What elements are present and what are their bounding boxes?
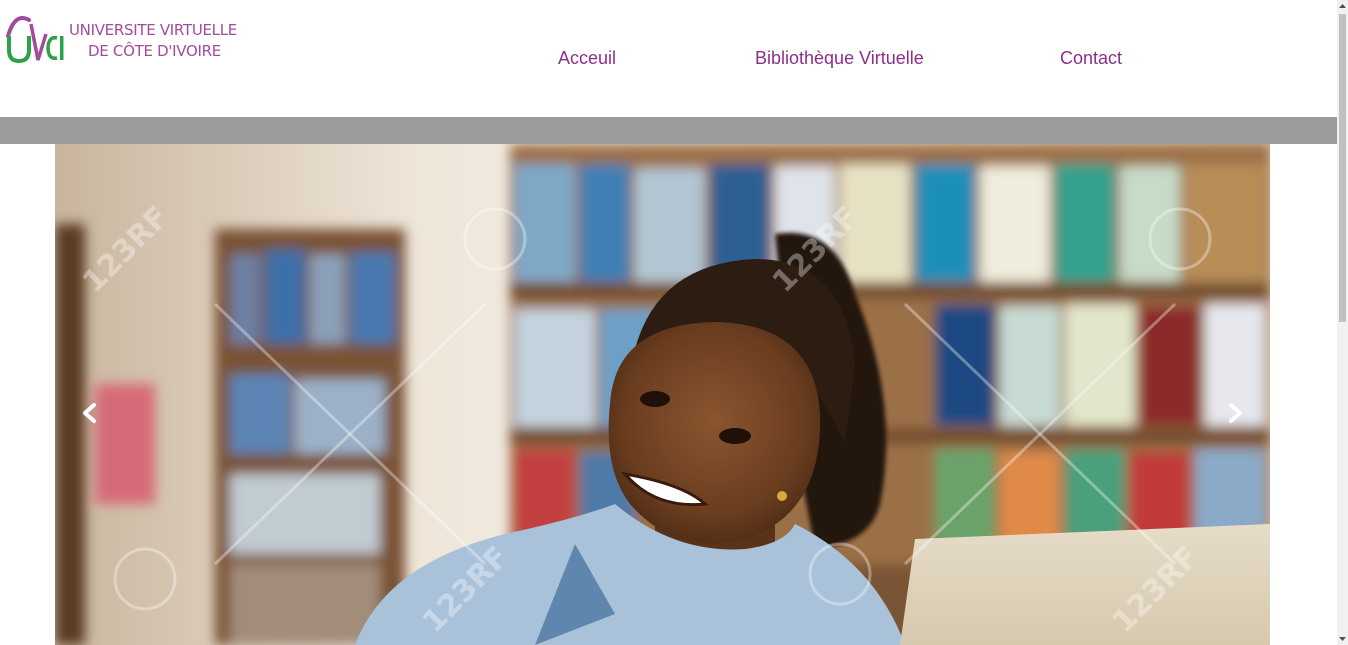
nav-link-home[interactable]: Acceuil: [558, 48, 616, 69]
header-divider-band: [0, 117, 1337, 144]
uvci-logo[interactable]: UNIVERSITE VIRTUELLE DE CÔTE D'IVOIRE: [5, 14, 237, 66]
nav-link-contact[interactable]: Contact: [1060, 48, 1122, 69]
scroll-down-icon[interactable]: [1337, 633, 1348, 645]
uvci-logo-text: UNIVERSITE VIRTUELLE DE CÔTE D'IVOIRE: [69, 20, 239, 62]
scroll-up-icon[interactable]: [1337, 0, 1348, 12]
nav-link-library[interactable]: Bibliothèque Virtuelle: [755, 48, 924, 69]
hero-carousel[interactable]: 123RF 123RF 123RF 123RF: [55, 144, 1270, 645]
logo-line-1: UNIVERSITE VIRTUELLE: [69, 21, 237, 39]
site-header: UNIVERSITE VIRTUELLE DE CÔTE D'IVOIRE Ac…: [0, 0, 1337, 117]
uvci-logo-mark: [6, 16, 64, 64]
page-scrollbar[interactable]: [1337, 0, 1348, 645]
logo-line-2: DE CÔTE D'IVOIRE: [88, 42, 221, 60]
scrollbar-thumb[interactable]: [1339, 14, 1346, 322]
hero-image: 123RF 123RF 123RF 123RF: [55, 144, 1270, 645]
chevron-right-icon[interactable]: [1221, 395, 1251, 431]
chevron-left-icon[interactable]: [74, 395, 104, 431]
